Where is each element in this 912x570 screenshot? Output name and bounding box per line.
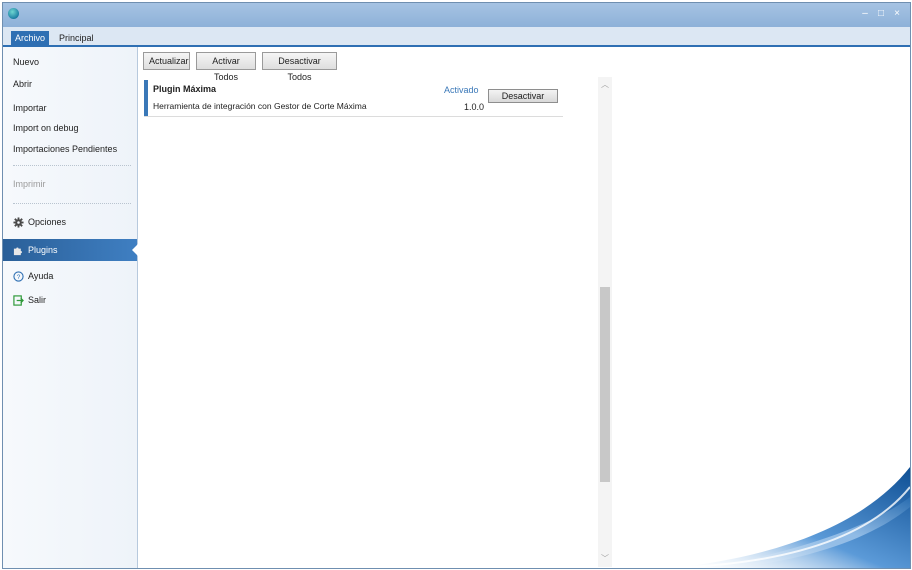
activate-all-button[interactable]: Activar Todos <box>196 52 256 82</box>
refresh-button[interactable]: Actualizar <box>143 52 190 70</box>
sidebar-item-label: Ayuda <box>28 271 54 281</box>
sidebar-item-salir[interactable]: Salir <box>3 291 137 309</box>
sidebar-item-import-on-debug[interactable]: Import on debug <box>3 119 137 137</box>
sidebar-item-abrir[interactable]: Abrir <box>3 75 137 93</box>
scroll-thumb[interactable] <box>600 287 610 482</box>
sidebar-item-plugins[interactable]: Plugins <box>3 239 138 261</box>
app-window: – □ × Archivo Principal Nuevo Abrir Impo… <box>2 2 911 569</box>
deactivate-all-button[interactable]: Desactivar Todos <box>262 52 337 82</box>
app-logo-icon <box>8 8 19 19</box>
plugins-panel: Actualizar Activar Todos Desactivar Todo… <box>138 47 910 568</box>
list-item[interactable]: Plugin Máxima Herramienta de integración… <box>144 80 563 117</box>
plugin-description: Herramienta de integración con Gestor de… <box>153 101 367 111</box>
sidebar-item-label: Plugins <box>28 245 58 255</box>
status-badge: Activado <box>444 85 479 95</box>
plugin-version: 1.0.0 <box>464 102 485 112</box>
maximize-button[interactable]: □ <box>875 8 887 20</box>
exit-icon <box>13 295 24 306</box>
plugin-name: Plugin Máxima <box>153 84 217 94</box>
sidebar-item-importar[interactable]: Importar <box>3 99 137 117</box>
sidebar-item-ayuda[interactable]: ? Ayuda <box>3 267 137 285</box>
deactivate-plugin-button[interactable]: Desactivar <box>488 89 558 103</box>
tab-principal[interactable]: Principal <box>55 31 98 45</box>
sidebar-item-label: Opciones <box>28 217 67 227</box>
vertical-scrollbar[interactable]: ︿ ﹀ <box>598 77 612 567</box>
scroll-down-icon[interactable]: ﹀ <box>598 553 612 565</box>
minimize-button[interactable]: – <box>859 8 871 20</box>
sidebar-item-opciones[interactable]: Opciones <box>3 213 137 231</box>
ribbon-tab-bar: Archivo Principal <box>3 27 910 47</box>
sidebar-separator <box>13 165 131 166</box>
decorative-swoosh-graphic <box>663 467 910 568</box>
puzzle-icon <box>13 247 22 256</box>
plugin-list: Plugin Máxima Herramienta de integración… <box>144 77 612 567</box>
sidebar-item-label: Salir <box>28 295 47 305</box>
gear-icon <box>13 217 24 228</box>
sidebar-item-nuevo[interactable]: Nuevo <box>3 53 137 71</box>
svg-text:?: ? <box>17 274 21 281</box>
sidebar-item-importaciones-pendientes[interactable]: Importaciones Pendientes <box>3 140 137 158</box>
close-button[interactable]: × <box>891 8 903 20</box>
plugin-accent-bar <box>144 80 148 116</box>
backstage-sidebar: Nuevo Abrir Importar Import on debug Imp… <box>3 47 138 568</box>
tab-archivo[interactable]: Archivo <box>11 31 50 45</box>
scroll-up-icon[interactable]: ︿ <box>598 79 612 91</box>
sidebar-item-imprimir: Imprimir <box>13 179 46 189</box>
help-icon: ? <box>13 271 24 282</box>
sidebar-separator <box>13 203 131 204</box>
title-bar[interactable]: – □ × <box>3 3 910 27</box>
